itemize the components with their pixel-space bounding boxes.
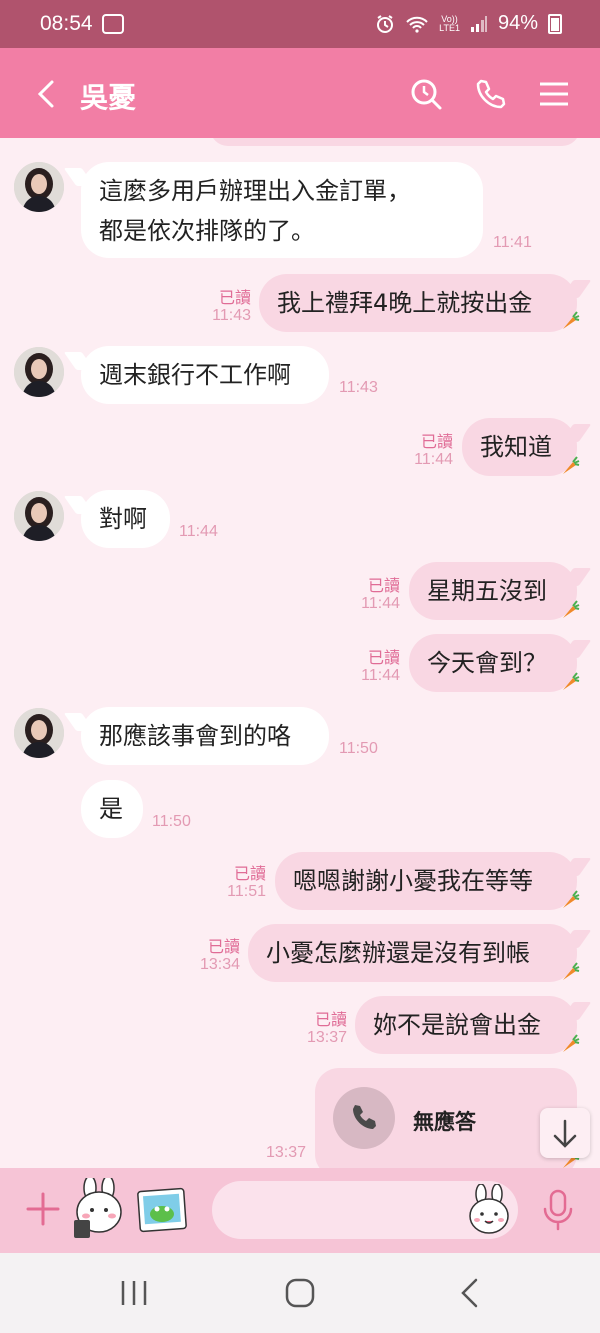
chat-header: 吳憂	[0, 48, 600, 138]
read-receipt: 已讀	[420, 434, 453, 451]
status-bar: 08:54 Vo)) LTE1 94%	[0, 0, 600, 48]
read-receipt: 已讀	[218, 290, 251, 307]
battery-icon	[548, 13, 562, 34]
back-icon[interactable]	[456, 1277, 484, 1309]
carrot-icon	[563, 456, 580, 474]
carrot-icon	[563, 890, 580, 908]
menu-icon[interactable]	[536, 76, 572, 112]
message-text: 星期五沒到	[427, 577, 547, 605]
microphone-icon[interactable]	[540, 1188, 576, 1232]
read-receipt: 已讀	[233, 866, 266, 883]
phone-icon	[353, 1105, 376, 1129]
carrot-icon	[563, 1034, 580, 1052]
message-text: 是	[99, 795, 123, 823]
system-nav-bar	[0, 1253, 600, 1333]
message-input-bar	[0, 1168, 600, 1253]
home-icon[interactable]	[284, 1277, 316, 1309]
status-icons: Vo)) LTE1 94%	[375, 12, 562, 35]
search-icon[interactable]	[408, 76, 444, 112]
lte-bottom-text: LTE1	[439, 22, 460, 33]
message-time: 11:51	[227, 883, 266, 900]
message-time: 11:44	[179, 523, 218, 540]
scroll-to-bottom-button[interactable]	[540, 1108, 590, 1158]
message-text: 週末銀行不工作啊	[99, 361, 291, 389]
message-text: 妳不是說會出金	[373, 1011, 541, 1039]
message-time: 13:34	[199, 956, 240, 973]
alarm-icon	[377, 14, 394, 33]
carrot-icon	[563, 962, 580, 980]
message-time: 11:50	[339, 740, 378, 757]
sticker-icon[interactable]	[72, 1178, 128, 1240]
message-bubble-outgoing[interactable]: 今天會到？	[409, 634, 577, 692]
message-bubble-incoming[interactable]: 對啊	[81, 490, 170, 548]
call-icon-circle	[333, 1087, 395, 1149]
message-text: 小憂怎麼辦還是沒有到帳	[266, 939, 530, 967]
battery-percent: 94%	[497, 12, 538, 34]
plus-icon[interactable]	[24, 1190, 62, 1228]
message-time: 11:43	[212, 307, 251, 324]
carrot-icon	[563, 311, 580, 329]
avatar[interactable]	[14, 347, 64, 397]
read-receipt: 已讀	[314, 1012, 347, 1029]
read-receipt: 已讀	[207, 939, 240, 956]
message-time: 11:44	[361, 595, 400, 612]
avatar[interactable]	[14, 491, 64, 541]
message-time: 11:50	[152, 813, 191, 830]
message-text: 那應該事會到的咯	[99, 722, 291, 750]
avatar[interactable]	[14, 162, 64, 212]
message-list[interactable]: 這麼多用戶辦理出入金訂單， 都是依次排隊的了。 11:41 已讀 11:43 我…	[0, 138, 600, 1168]
message-time: 13:37	[265, 1144, 306, 1161]
read-receipt: 已讀	[367, 650, 400, 667]
recents-icon[interactable]	[118, 1279, 150, 1307]
arrow-down-icon	[553, 1119, 577, 1148]
read-receipt: 已讀	[367, 578, 400, 595]
lte-indicator: Vo)) LTE1	[439, 14, 460, 33]
message-time: 11:44	[361, 667, 400, 684]
message-bubble-incoming[interactable]: 週末銀行不工作啊	[81, 346, 329, 404]
message-text: 這麼多用戶辦理出入金訂單，	[99, 177, 411, 205]
message-text: 我知道	[480, 433, 552, 461]
phone-icon[interactable]	[472, 76, 508, 112]
avatar[interactable]	[14, 708, 64, 758]
message-bubble-incoming[interactable]: 這麼多用戶辦理出入金訂單， 都是依次排隊的了。	[81, 162, 483, 258]
message-bubble-incoming[interactable]: 那應該事會到的咯	[81, 707, 329, 765]
message-bubble-outgoing[interactable]: 星期五沒到	[409, 562, 577, 620]
signal-icon	[470, 15, 487, 32]
contact-name[interactable]: 吳憂	[80, 76, 136, 116]
previous-message-fragment	[210, 138, 580, 146]
message-time: 13:37	[306, 1029, 347, 1046]
message-text: 我上禮拜4晚上就按出金	[277, 289, 533, 317]
wifi-icon	[406, 16, 428, 33]
status-time: 08:54	[40, 12, 93, 35]
message-text: 今天會到？	[427, 649, 547, 677]
carrot-icon	[563, 600, 580, 618]
photo-icon[interactable]	[136, 1184, 190, 1236]
message-time: 11:41	[493, 234, 532, 251]
message-time: 11:43	[339, 379, 378, 396]
chevron-left-icon[interactable]	[28, 76, 64, 112]
screenshot-icon	[102, 14, 124, 34]
message-bubble-outgoing[interactable]: 妳不是說會出金	[355, 996, 577, 1054]
missed-call-card[interactable]: 無應答	[315, 1068, 577, 1168]
call-status-label: 無應答	[413, 1110, 476, 1134]
carrot-icon	[563, 672, 580, 690]
message-bubble-outgoing[interactable]: 小憂怎麼辦還是沒有到帳	[248, 924, 577, 982]
message-text: 嗯嗯謝謝小憂我在等等	[293, 867, 533, 895]
emoji-icon[interactable]	[466, 1184, 512, 1236]
message-bubble-incoming[interactable]: 是	[81, 780, 143, 838]
message-time: 11:44	[414, 451, 453, 468]
message-bubble-outgoing[interactable]: 嗯嗯謝謝小憂我在等等	[275, 852, 577, 910]
message-text: 對啊	[99, 505, 147, 533]
message-text: 都是依次排隊的了。	[99, 217, 315, 245]
message-bubble-outgoing[interactable]: 我上禮拜4晚上就按出金	[259, 274, 577, 332]
